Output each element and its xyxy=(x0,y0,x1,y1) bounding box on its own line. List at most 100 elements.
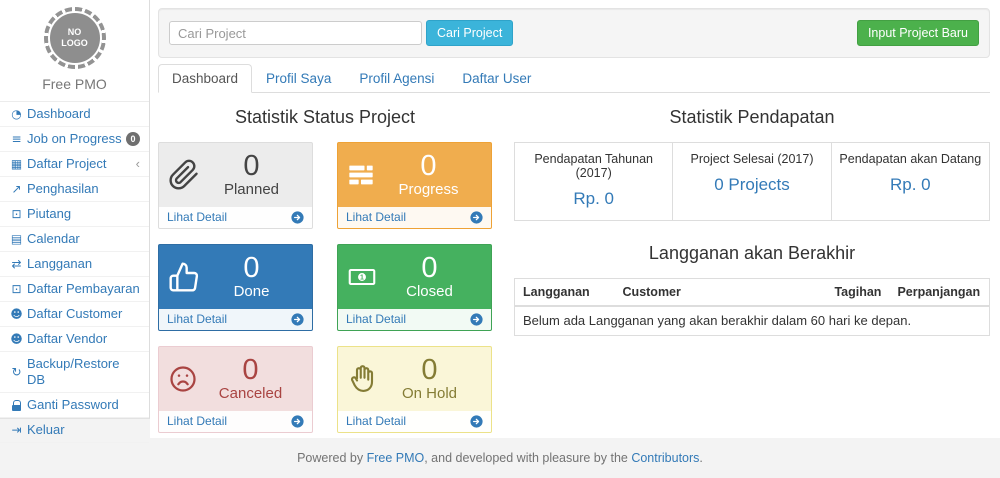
search-input[interactable] xyxy=(169,21,422,45)
sidebar-item-penghasilan[interactable]: ↗ Penghasilan xyxy=(0,177,149,202)
no-logo-badge: NO LOGO xyxy=(44,7,106,69)
status-count: 0 xyxy=(377,253,482,283)
sidebar-item-daftar-customer[interactable]: ☻ Daftar Customer xyxy=(0,302,149,327)
lihat-detail-link[interactable]: Lihat Detail xyxy=(159,309,312,330)
lihat-detail-link[interactable]: Lihat Detail xyxy=(159,411,312,432)
money-bill-icon: 1 xyxy=(347,263,377,291)
column-header: Tagihan xyxy=(823,279,889,305)
sidebar-item-label: Dashboard xyxy=(27,106,91,122)
job-count-badge: 0 xyxy=(126,132,140,146)
sidebar-item-label: Langganan xyxy=(27,256,92,272)
lihat-detail-link[interactable]: Lihat Detail xyxy=(338,411,491,432)
lihat-detail-link[interactable]: Lihat Detail xyxy=(159,207,312,228)
status-label: On Hold xyxy=(377,385,482,403)
income-stat-label: Pendapatan Tahunan (2017) xyxy=(519,152,668,180)
sidebar-item-ganti-password[interactable]: Ganti Password xyxy=(0,393,149,418)
tab-dashboard[interactable]: Dashboard xyxy=(158,64,252,93)
dashboard-icon: ◔ xyxy=(9,106,24,122)
paperclip-icon xyxy=(168,158,200,192)
status-label: Progress xyxy=(375,181,482,199)
money-icon: ⊡ xyxy=(9,206,24,222)
sidebar-item-label: Ganti Password xyxy=(27,397,119,413)
arrow-circle-right-icon xyxy=(470,211,483,224)
tasks-icon: ≡ xyxy=(9,131,24,147)
column-header: Perpanjangan xyxy=(889,279,989,305)
lihat-detail-link[interactable]: Lihat Detail xyxy=(338,309,491,330)
status-count: 0 xyxy=(200,253,303,283)
income-stat-label: Project Selesai (2017) xyxy=(677,152,826,166)
column-header: Langganan xyxy=(515,279,615,305)
status-label: Canceled xyxy=(198,385,303,403)
column-header: Customer xyxy=(615,279,824,305)
frown-icon xyxy=(168,364,198,394)
sidebar-item-langganan[interactable]: ⇄ Langganan xyxy=(0,252,149,277)
status-label: Done xyxy=(200,283,303,301)
sidebar-item-label: Daftar Customer xyxy=(27,306,122,322)
tab-profil-saya[interactable]: Profil Saya xyxy=(252,64,345,93)
contributors-link[interactable]: Contributors xyxy=(631,451,699,465)
lihat-detail-link[interactable]: Lihat Detail xyxy=(338,207,491,228)
income-stat-label: Pendapatan akan Datang xyxy=(836,152,985,166)
status-section-title: Statistik Status Project xyxy=(158,107,492,128)
status-card-on-hold: 0 On Hold Lihat Detail xyxy=(337,346,492,433)
subscription-table-header: Langganan Customer Tagihan Perpanjangan xyxy=(515,279,989,307)
users-icon: ☻ xyxy=(9,306,24,322)
sidebar-item-daftar-vendor[interactable]: ☻ Daftar Vendor xyxy=(0,327,149,352)
subscription-section-title: Langganan akan Berakhir xyxy=(514,243,990,264)
income-stat: Pendapatan akan Datang Rp. 0 xyxy=(832,143,989,220)
tab-bar: Dashboard Profil Saya Profil Agensi Daft… xyxy=(158,64,990,93)
arrow-circle-right-icon xyxy=(291,313,304,326)
arrow-circle-right-icon xyxy=(470,313,483,326)
status-card-done: 0 Done Lihat Detail xyxy=(158,244,313,331)
sidebar-item-label: Daftar Pembayaran xyxy=(27,281,140,297)
calendar-icon: ▤ xyxy=(9,231,24,247)
hand-paper-icon xyxy=(347,363,377,395)
sidebar-item-label: Daftar Vendor xyxy=(27,331,107,347)
new-project-button[interactable]: Input Project Baru xyxy=(857,20,979,46)
status-count: 0 xyxy=(200,151,303,181)
brand: NO LOGO Free PMO xyxy=(0,0,149,101)
sidebar-item-label: Job on Progress xyxy=(27,131,122,147)
sidebar-item-label: Keluar xyxy=(27,422,65,438)
search-bar: Cari Project Input Project Baru xyxy=(158,8,990,58)
income-stat: Pendapatan Tahunan (2017) Rp. 0 xyxy=(515,143,673,220)
status-label: Closed xyxy=(377,283,482,301)
retweet-icon: ⇄ xyxy=(9,256,24,272)
status-card-closed: 1 0 Closed Lihat Detail xyxy=(337,244,492,331)
table-icon: ▦ xyxy=(9,156,24,172)
income-stat-value[interactable]: 0 Projects xyxy=(714,175,790,195)
income-stat: Project Selesai (2017) 0 Projects xyxy=(673,143,831,220)
status-count: 0 xyxy=(377,355,482,385)
sidebar-item-label: Daftar Project xyxy=(27,156,106,172)
status-label: Planned xyxy=(200,181,303,199)
status-count: 0 xyxy=(198,355,303,385)
status-card-progress: 0 Progress Lihat Detail xyxy=(337,142,492,229)
svg-text:1: 1 xyxy=(360,275,364,282)
sign-out-icon: ⇥ xyxy=(9,422,24,438)
income-stat-value[interactable]: Rp. 0 xyxy=(573,189,614,209)
income-stat-value[interactable]: Rp. 0 xyxy=(890,175,931,195)
thumbs-up-icon xyxy=(168,261,200,293)
status-card-planned: 0 Planned Lihat Detail xyxy=(158,142,313,229)
sidebar-item-daftar-pembayaran[interactable]: ⊡ Daftar Pembayaran xyxy=(0,277,149,302)
sidebar-item-calendar[interactable]: ▤ Calendar xyxy=(0,227,149,252)
logo-text: NO LOGO xyxy=(61,27,89,49)
arrow-circle-right-icon xyxy=(291,211,304,224)
sidebar-item-backup-restore-db[interactable]: ↻ Backup/Restore DB xyxy=(0,352,149,393)
refresh-icon: ↻ xyxy=(9,364,24,380)
sidebar-item-piutang[interactable]: ⊡ Piutang xyxy=(0,202,149,227)
sidebar-item-dashboard[interactable]: ◔ Dashboard xyxy=(0,102,149,127)
sidebar-item-label: Piutang xyxy=(27,206,71,222)
users-icon: ☻ xyxy=(9,331,24,347)
tab-profil-agensi[interactable]: Profil Agensi xyxy=(345,64,448,93)
brand-name: Free PMO xyxy=(0,76,149,92)
sidebar-item-daftar-project[interactable]: ▦ Daftar Project ‹ xyxy=(0,152,149,177)
arrow-circle-right-icon xyxy=(291,415,304,428)
sidebar-item-job-on-progress[interactable]: ≡ Job on Progress 0 xyxy=(0,127,149,152)
main-content: Cari Project Input Project Baru Dashboar… xyxy=(150,0,1000,438)
arrow-circle-right-icon xyxy=(470,415,483,428)
sidebar-item-label: Penghasilan xyxy=(27,181,99,197)
free-pmo-link[interactable]: Free PMO xyxy=(367,451,425,465)
tab-daftar-user[interactable]: Daftar User xyxy=(448,64,545,93)
search-button[interactable]: Cari Project xyxy=(426,20,513,46)
